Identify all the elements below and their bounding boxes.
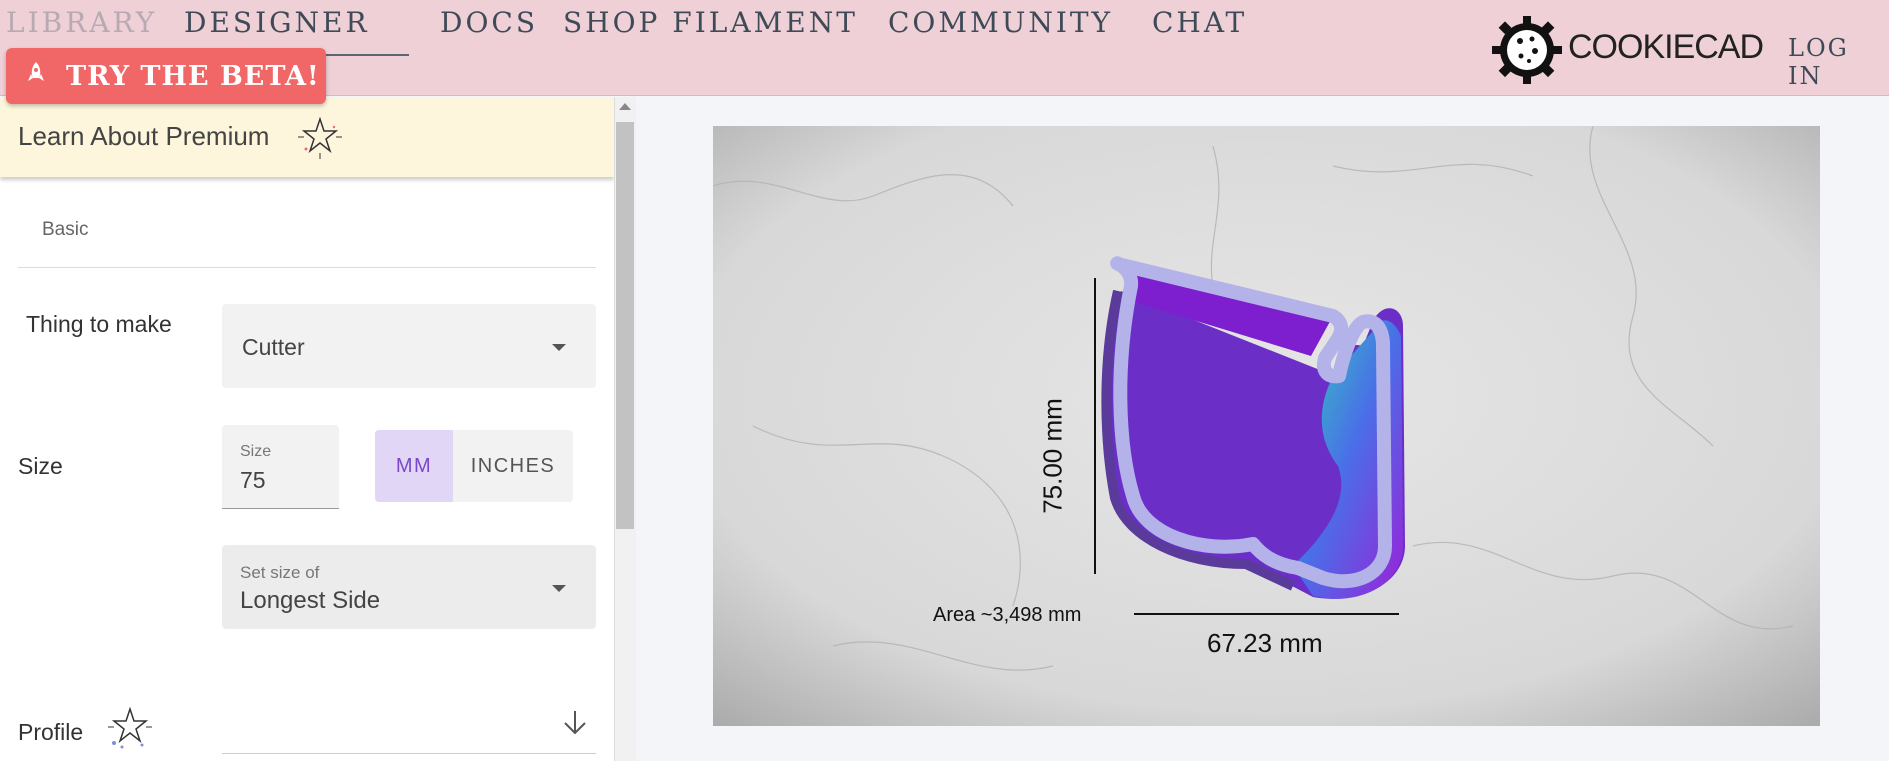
unit-toggle: MM INCHES <box>375 430 573 502</box>
nav-designer[interactable]: DESIGNER <box>184 6 370 39</box>
nav-library[interactable]: LIBRARY <box>6 6 157 39</box>
nav-community[interactable]: COMMUNITY <box>888 6 1113 39</box>
expand-arrow-icon[interactable] <box>562 709 588 745</box>
sparkle-star-icon <box>108 706 152 749</box>
cookiecad-logo-icon[interactable] <box>1490 14 1564 84</box>
premium-label: Learn About Premium <box>18 121 270 151</box>
size-field-value: 75 <box>240 467 266 493</box>
profile-divider <box>222 753 596 754</box>
size-input[interactable]: Size 75 <box>222 425 339 509</box>
premium-banner[interactable]: Learn About Premium <box>0 97 614 177</box>
try-beta-label: TRY THE BETA! <box>66 60 320 92</box>
logo-text[interactable]: COOKIECAD <box>1568 28 1764 67</box>
rocket-icon <box>6 62 66 90</box>
set-size-of-select[interactable]: Set size of Longest Side <box>222 545 596 629</box>
nav-docs[interactable]: DOCS <box>440 6 538 39</box>
unit-mm-button[interactable]: MM <box>375 430 453 502</box>
nav-shop-filament[interactable]: SHOP FILAMENT <box>563 6 858 39</box>
nav-chat[interactable]: CHAT <box>1152 6 1247 39</box>
thing-to-make-value: Cutter <box>242 334 305 360</box>
width-dimension-label: 67.23 mm <box>1207 628 1323 658</box>
area-label: Area ~3,498 mm <box>933 604 1082 626</box>
set-size-of-value: Longest Side <box>240 587 381 614</box>
chevron-down-icon <box>552 344 566 351</box>
thing-to-make-select[interactable]: Cutter <box>222 304 596 388</box>
height-dimension-label: 75.00 mm <box>1037 398 1068 514</box>
cutter-preview[interactable]: Area ~3,498 mm 67.23 mm 75.00 mm <box>713 126 1820 726</box>
login-link[interactable]: LOG IN <box>1788 34 1889 90</box>
sparkle-star-icon <box>298 116 342 159</box>
scroll-up-icon[interactable] <box>619 103 631 110</box>
try-beta-button[interactable]: TRY THE BETA! <box>6 48 326 104</box>
tab-divider <box>18 267 596 268</box>
size-label: Size <box>18 453 63 479</box>
tab-basic[interactable]: Basic <box>42 219 88 241</box>
profile-label: Profile <box>18 719 84 745</box>
thing-to-make-label: Thing to make <box>26 311 172 337</box>
sidebar-panel: Learn About Premium Basic Thing to make … <box>0 97 614 761</box>
size-field-label: Size <box>240 443 272 460</box>
set-size-of-label: Set size of <box>240 563 320 582</box>
unit-inches-button[interactable]: INCHES <box>453 430 573 502</box>
chevron-down-icon <box>552 585 566 592</box>
scrollbar-thumb[interactable] <box>616 122 634 529</box>
